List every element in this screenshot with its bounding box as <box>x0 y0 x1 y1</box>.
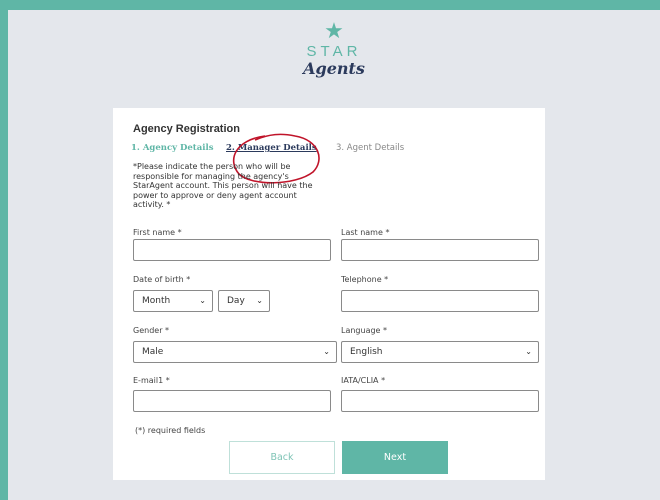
manager-info-note: *Please indicate the person who will be … <box>133 162 313 209</box>
logo-star-text: STAR <box>306 43 362 60</box>
dob-month-value: Month <box>142 296 171 306</box>
gender-value: Male <box>142 347 164 357</box>
telephone-input[interactable] <box>341 290 539 312</box>
dob-day-select[interactable]: Day ⌄ <box>218 290 270 312</box>
chevron-down-icon: ⌄ <box>199 296 206 305</box>
gender-label: Gender * <box>133 326 170 335</box>
page-background: ★ STAR Agents Agency Registration 1. Age… <box>8 10 660 500</box>
star-agents-logo: ★ STAR Agents <box>8 19 660 78</box>
logo-agents-text: Agents <box>303 59 365 78</box>
dob-label: Date of birth * <box>133 275 191 284</box>
email-input[interactable] <box>133 390 331 412</box>
last-name-label: Last name * <box>341 228 390 237</box>
iata-label: IATA/CLIA * <box>341 376 386 385</box>
star-icon: ★ <box>324 19 344 44</box>
step-agent-details[interactable]: 3. Agent Details <box>336 143 404 153</box>
gender-select[interactable]: Male ⌄ <box>133 341 337 363</box>
step-agency-details[interactable]: 1. Agency Details <box>131 143 214 153</box>
language-label: Language * <box>341 326 388 335</box>
first-name-input[interactable] <box>133 239 331 261</box>
telephone-label: Telephone * <box>341 275 389 284</box>
first-name-label: First name * <box>133 228 182 237</box>
back-button[interactable]: Back <box>229 441 335 474</box>
registration-card: Agency Registration 1. Agency Details 2.… <box>113 108 545 480</box>
iata-input[interactable] <box>341 390 539 412</box>
required-fields-note: (*) required fields <box>135 426 206 435</box>
language-value: English <box>350 347 383 357</box>
dob-day-value: Day <box>227 296 245 306</box>
language-select[interactable]: English ⌄ <box>341 341 539 363</box>
dob-month-select[interactable]: Month ⌄ <box>133 290 213 312</box>
last-name-input[interactable] <box>341 239 539 261</box>
chevron-down-icon: ⌄ <box>525 347 532 356</box>
chevron-down-icon: ⌄ <box>323 347 330 356</box>
next-button[interactable]: Next <box>342 441 448 474</box>
email-label: E-mail1 * <box>133 376 170 385</box>
chevron-down-icon: ⌄ <box>256 296 263 305</box>
form-title: Agency Registration <box>133 123 240 135</box>
